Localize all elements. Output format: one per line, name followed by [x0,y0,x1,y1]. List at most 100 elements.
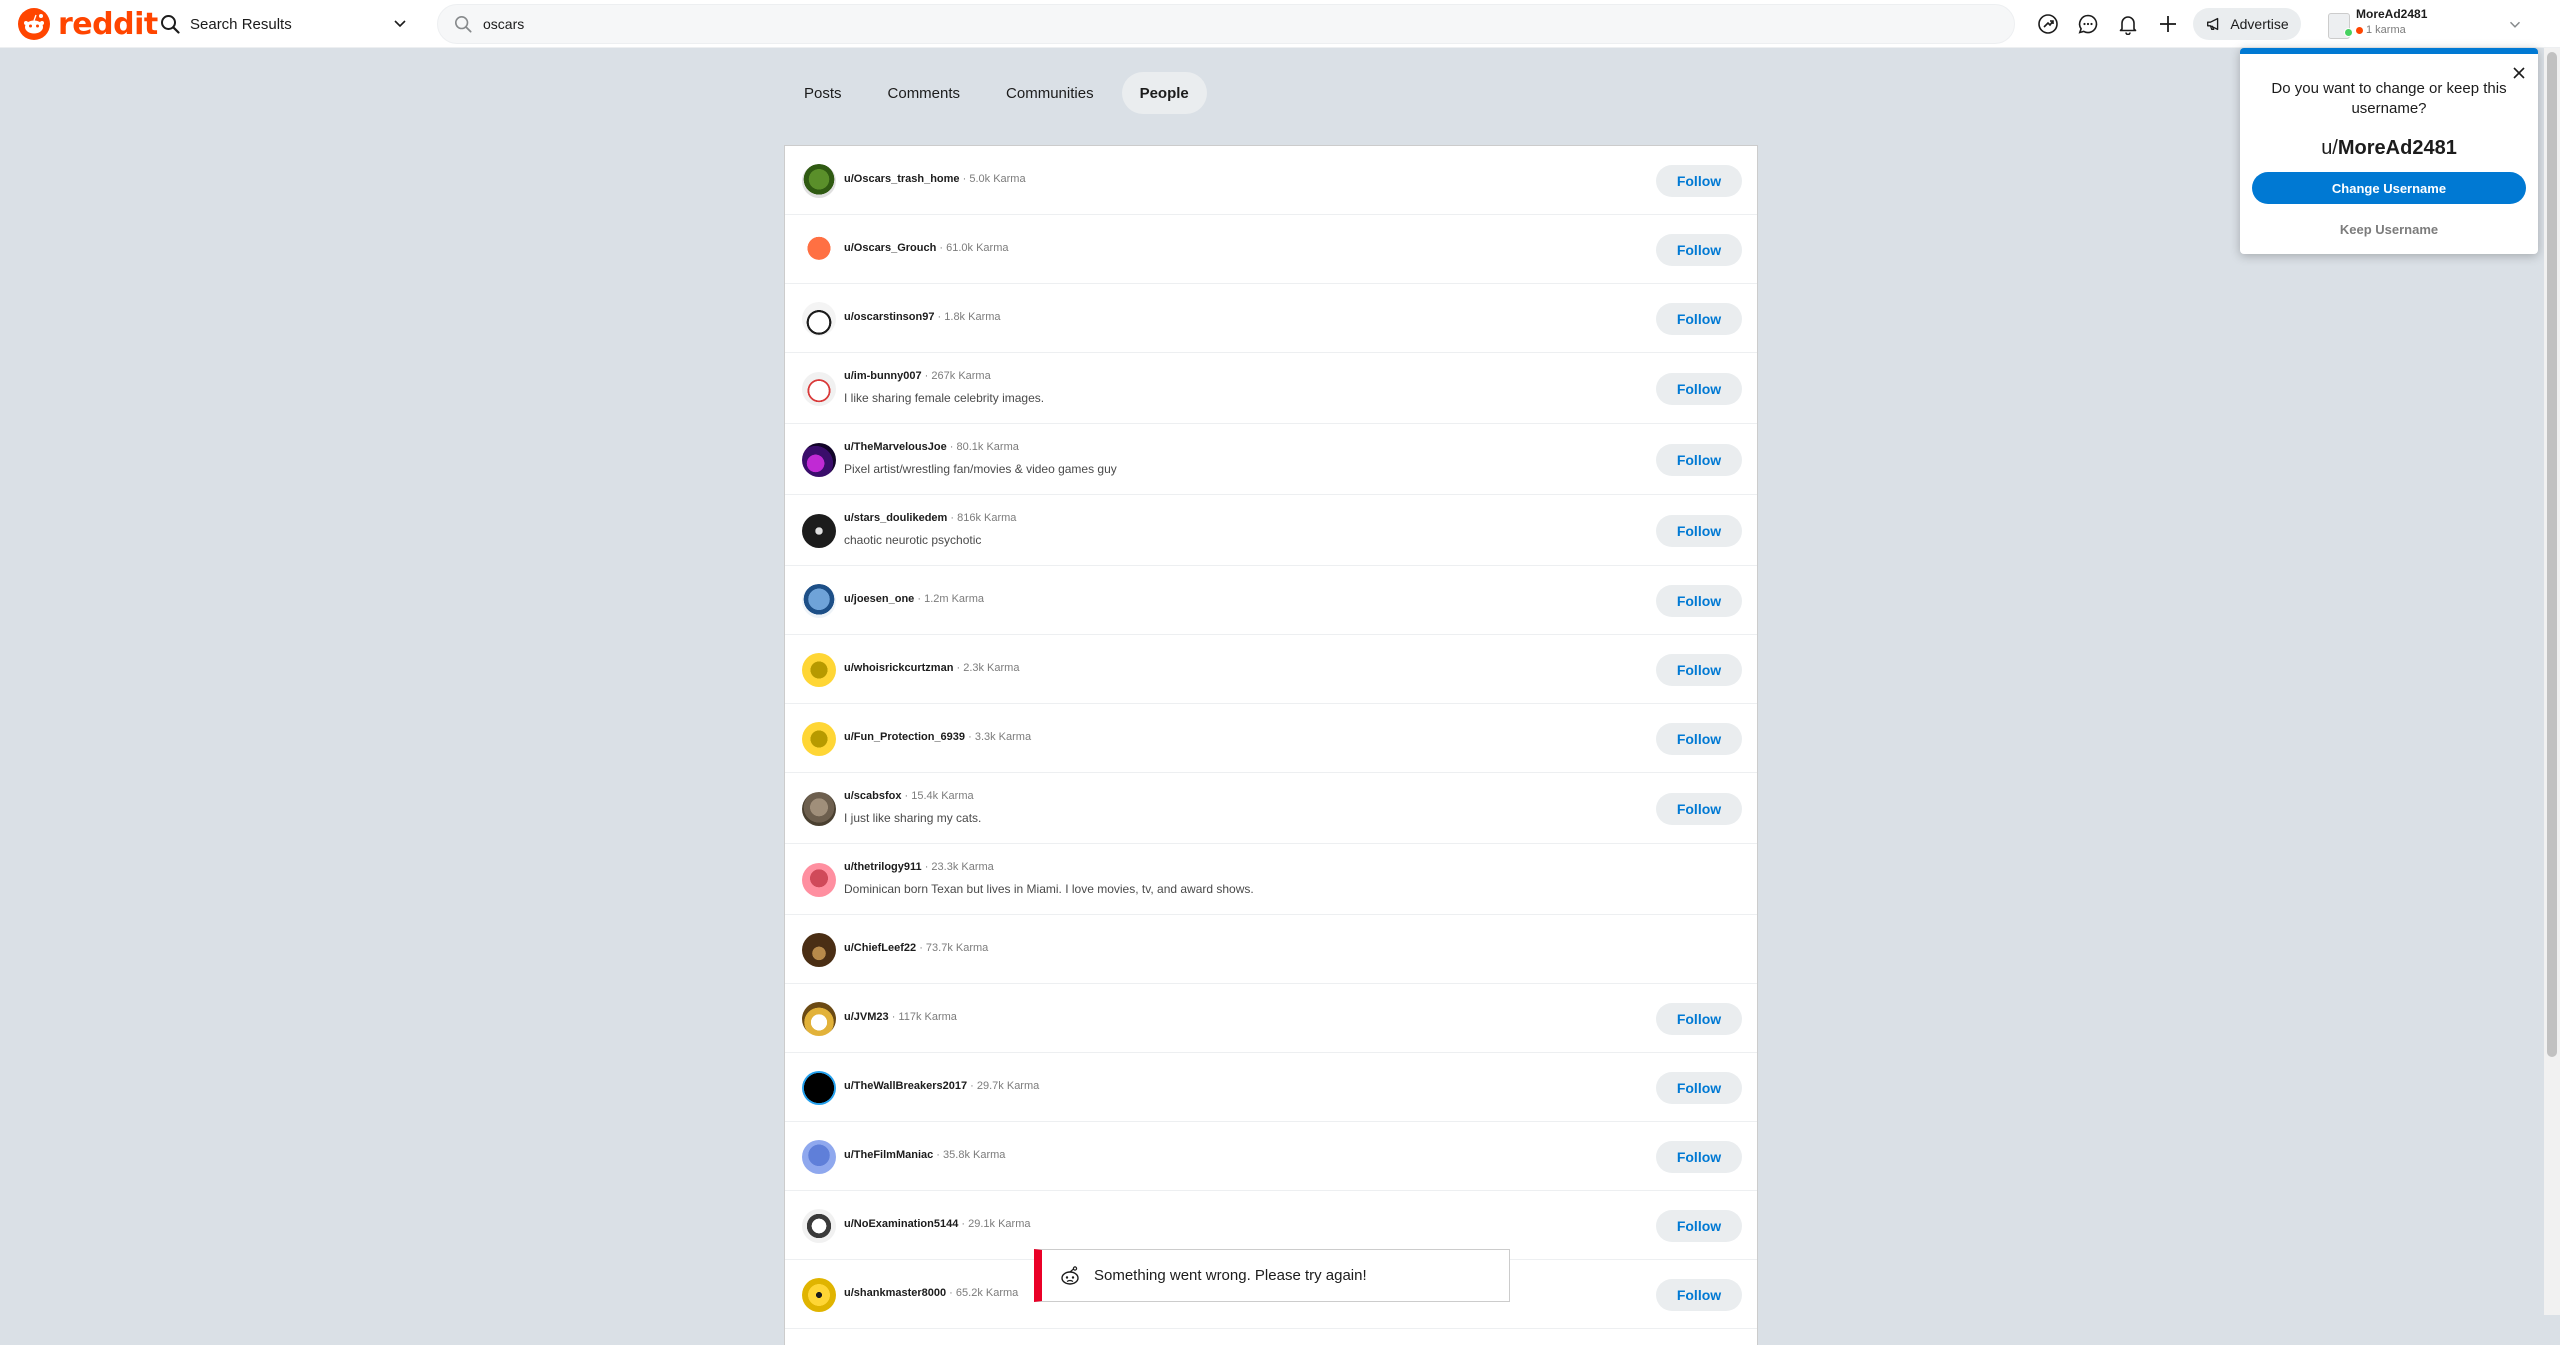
username-link[interactable]: u/shankmaster8000 [844,1287,946,1299]
list-item[interactable]: u/joesen_one · 1.2m Karma Follow [785,566,1757,635]
avatar[interactable] [802,1208,836,1243]
list-item[interactable]: u/Oscars_trash_home · 5.0k Karma Follow [785,146,1757,215]
follow-button[interactable]: Follow [1656,164,1742,197]
avatar[interactable] [802,232,836,267]
list-item[interactable]: u/TheMarvelousJoe · 80.1k Karma Pixel art… [785,424,1757,495]
chat-button[interactable] [2076,12,2100,36]
avatar[interactable] [802,791,836,826]
user-info: u/im-bunny007 · 267k Karma I like sharing… [844,370,1044,405]
username-link[interactable]: u/scabsfox [844,790,901,802]
avatar[interactable] [802,1277,836,1312]
chevron-down-icon [2509,21,2521,28]
user-menu[interactable]: MoreAd2481 1 karma [2324,4,2524,44]
location-dropdown[interactable]: Search Results [160,11,410,37]
create-post-button[interactable] [2156,12,2180,36]
karma-value: 5.0k Karma [969,173,1026,185]
tab-communities[interactable]: Communities [988,72,1112,114]
follow-button[interactable]: Follow [1656,792,1742,825]
user-info: u/Fun_Protection_6939 · 3.3k Karma [844,731,1031,743]
karma-count: · 1.2m Karma [914,593,984,605]
tab-posts[interactable]: Posts [786,72,860,114]
list-item[interactable]: u/oscarstinson97 · 1.8k Karma Follow [785,284,1757,353]
karma-icon [2356,26,2363,34]
username-link[interactable]: u/oscarstinson97 [844,311,934,323]
list-item[interactable]: u/Oscars_Grouch · 61.0k Karma Follow [785,215,1757,284]
username-link[interactable]: u/TheFilmManiac [844,1149,933,1161]
follow-button[interactable]: Follow [1656,584,1742,617]
username-link[interactable]: u/joesen_one [844,593,914,605]
follow-button[interactable]: Follow [1656,1002,1742,1035]
advertise-button[interactable]: Advertise [2193,8,2301,40]
follow-button[interactable]: Follow [1656,514,1742,547]
avatar[interactable] [802,163,836,198]
avatar[interactable] [802,583,836,618]
scrollbar-thumb[interactable] [2547,52,2557,1057]
follow-button[interactable]: Follow [1656,302,1742,335]
username-link[interactable]: u/Fun_Protection_6939 [844,731,965,743]
follow-button[interactable]: Follow [1656,443,1742,476]
karma-count: · 29.1k Karma [958,1218,1031,1230]
username-link[interactable]: u/whoisrickcurtzman [844,662,953,674]
karma-count: · 65.2k Karma [946,1287,1019,1299]
list-item[interactable]: u/scabsfox · 15.4k Karma I just like shar… [785,773,1757,844]
list-item[interactable]: u/whoisrickcurtzman · 2.3k Karma Follow [785,635,1757,704]
notifications-button[interactable] [2116,12,2140,36]
karma-value: 80.1k Karma [956,441,1019,453]
list-item[interactable]: u/thetrilogy911 · 23.3k Karma Dominican b… [785,844,1757,915]
user-info: u/scabsfox · 15.4k Karma I just like shar… [844,790,981,825]
avatar[interactable] [802,301,836,336]
karma-value: 1.2m Karma [924,593,984,605]
follow-button[interactable]: Follow [1656,1209,1742,1242]
follow-button[interactable]: Follow [1656,233,1742,266]
page-scrollbar[interactable] [2544,48,2560,1315]
username-link[interactable]: u/stars_doulikedem [844,512,947,524]
follow-button[interactable]: Follow [1656,372,1742,405]
popular-icon [2038,14,2058,34]
avatar[interactable] [802,1139,836,1174]
plus-icon [2160,16,2176,32]
user-info: u/oscarstinson97 · 1.8k Karma [844,311,1001,323]
tab-comments[interactable]: Comments [870,72,979,114]
avatar[interactable] [802,932,836,967]
avatar[interactable] [802,371,836,406]
follow-button[interactable]: Follow [1656,1278,1742,1311]
username-link[interactable]: u/JVM23 [844,1011,889,1023]
username-link[interactable]: u/thetrilogy911 [844,861,922,873]
username-link[interactable]: u/NoExamination5144 [844,1218,958,1230]
list-item[interactable]: u/TheFilmManiac · 35.8k Karma Follow [785,1122,1757,1191]
avatar[interactable] [802,1001,836,1036]
reddit-logo[interactable]: reddit [18,7,158,42]
avatar[interactable] [802,1070,836,1105]
avatar[interactable] [802,652,836,687]
username-link[interactable]: u/im-bunny007 [844,370,922,382]
follow-button[interactable]: Follow [1656,722,1742,755]
list-item[interactable]: u/Fun_Protection_6939 · 3.3k Karma Follow [785,704,1757,773]
avatar[interactable] [802,721,836,756]
avatar[interactable] [802,862,836,897]
username-link[interactable]: u/Oscars_trash_home [844,173,960,185]
keep-username-button[interactable]: Keep Username [2252,214,2526,244]
follow-button[interactable]: Follow [1656,653,1742,686]
list-item[interactable]: u/ChiefLeef22 · 73.7k Karma [785,915,1757,984]
popup-username-prefix: u/ [2321,137,2338,159]
follow-button[interactable]: Follow [1656,1071,1742,1104]
popular-button[interactable] [2036,12,2060,36]
tab-people[interactable]: People [1121,72,1207,114]
online-indicator [2344,28,2353,37]
username-link[interactable]: u/ChiefLeef22 [844,942,916,954]
change-username-button[interactable]: Change Username [2252,172,2526,204]
follow-button[interactable]: Follow [1656,1140,1742,1173]
list-item[interactable]: u/im-bunny007 · 267k Karma I like sharing… [785,353,1757,424]
username-link[interactable]: u/Oscars_Grouch [844,242,936,254]
popup-username-value: MoreAd2481 [2337,137,2457,159]
search-input[interactable] [483,13,1983,35]
list-item[interactable]: u/JVM23 · 117k Karma Follow [785,984,1757,1053]
username-link[interactable]: u/TheWallBreakers2017 [844,1080,967,1092]
avatar[interactable] [802,442,836,477]
karma-count: · 5.0k Karma [959,173,1026,185]
list-item[interactable]: u/stars_doulikedem · 816k Karma chaotic n… [785,495,1757,566]
username-link[interactable]: u/TheMarvelousJoe [844,441,947,453]
search-bar [437,4,2015,44]
list-item[interactable]: u/TheWallBreakers2017 · 29.7k Karma Follo… [785,1053,1757,1122]
avatar[interactable] [802,513,836,548]
